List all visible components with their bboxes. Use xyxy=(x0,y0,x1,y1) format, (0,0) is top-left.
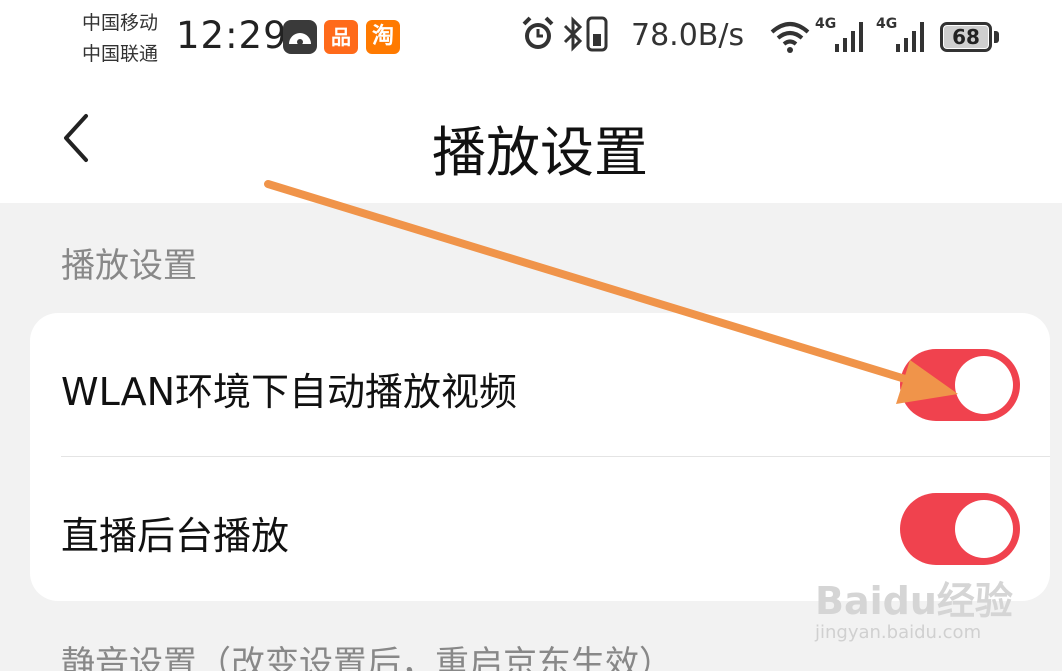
alarm-icon xyxy=(522,16,554,49)
battery-level: 68 xyxy=(944,26,988,48)
watermark: Baidu经验 jingyan.baidu.com xyxy=(815,570,1015,650)
setting-row-wlan-autoplay[interactable]: WLAN环境下自动播放视频 xyxy=(30,313,1050,457)
dashboard-car-icon xyxy=(283,20,317,54)
taobao-icon: 淘 xyxy=(366,20,400,54)
setting-label: 直播后台播放 xyxy=(61,514,290,558)
status-bar: 中国移动 中国联通 12:29 品 淘 78.0B/s 4G 4G 68 xyxy=(0,0,1062,80)
signal-bars-icon xyxy=(896,22,924,52)
setting-label: WLAN环境下自动播放视频 xyxy=(61,370,518,414)
signal-4g-icon: 4G xyxy=(876,16,931,56)
watermark-url: jingyan.baidu.com xyxy=(815,622,982,643)
signal-4g-icon: 4G xyxy=(815,16,870,56)
battery-tip xyxy=(994,31,999,43)
status-time: 12:29 xyxy=(176,14,288,57)
watermark-brand: Baidu经验 xyxy=(815,579,1013,623)
bluetooth-icon xyxy=(563,16,583,52)
settings-card: WLAN环境下自动播放视频 直播后台播放 xyxy=(30,313,1050,601)
section-header-playback: 播放设置 xyxy=(61,246,197,286)
toggle-knob xyxy=(955,500,1013,558)
signal-bars-icon xyxy=(835,22,863,52)
carrier-2: 中国联通 xyxy=(82,43,159,65)
carrier-1: 中国移动 xyxy=(82,12,159,34)
wifi-icon xyxy=(770,22,810,53)
wlan-autoplay-toggle[interactable] xyxy=(900,349,1020,421)
carrier-names: 中国移动 中国联通 xyxy=(82,8,158,70)
live-background-toggle[interactable] xyxy=(900,493,1020,565)
section-header-mute: 静音设置（改变设置后，重启京东生效） xyxy=(61,644,673,671)
toggle-knob xyxy=(955,356,1013,414)
page-title: 播放设置 xyxy=(432,121,648,184)
kuaishou-icon: 品 xyxy=(324,20,358,54)
phone-vibrate-icon xyxy=(586,16,608,52)
network-speed: 78.0B/s xyxy=(631,18,745,53)
